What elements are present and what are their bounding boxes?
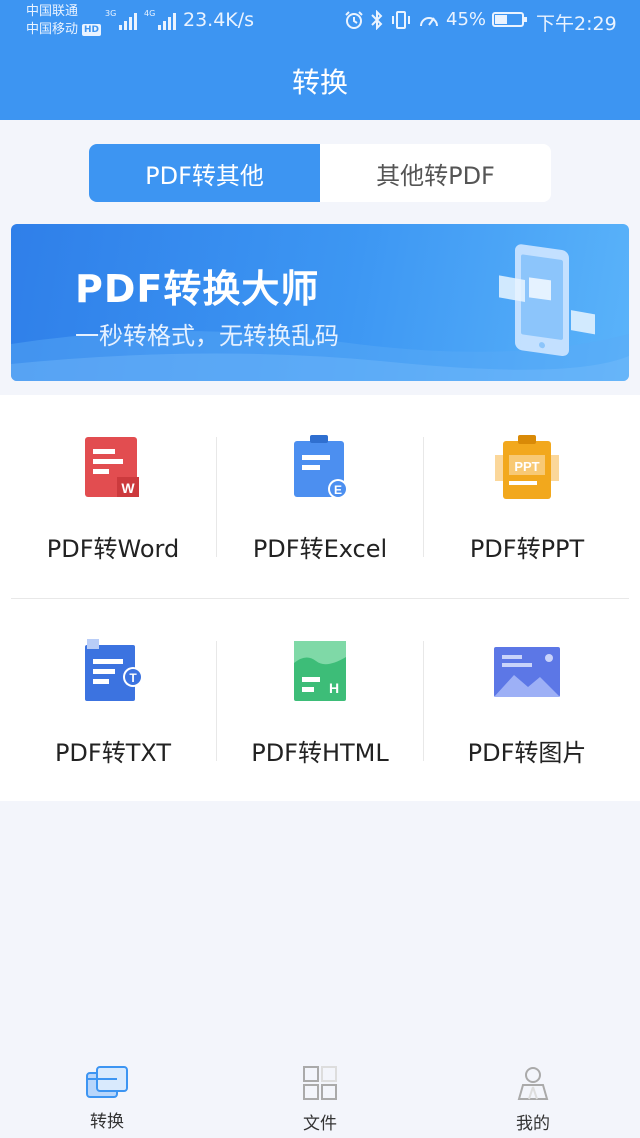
tool-label: PDF转Excel [252,535,388,563]
tab-pdf-to-other[interactable]: PDF转其他 [89,144,320,202]
bluetooth-icon [371,9,383,30]
banner-title: PDF转换大师 [75,267,320,311]
status-bar: 中国联通 中国移动 HD 3G 4G 23.4K/s 45% 下午2:29 [0,0,640,42]
network-type-label: 3G [105,9,117,18]
tool-label: PDF转TXT [54,739,172,767]
files-grid-icon [303,1066,337,1100]
network-speed: 23.4K/s [183,9,255,31]
profile-icon [517,1067,549,1100]
convert-icon [86,1066,128,1098]
header-bar: 转换 [0,42,640,120]
tool-pdf-to-word[interactable]: W PDF转Word [10,435,216,564]
tool-label: PDF转HTML [251,739,389,767]
battery-percent: 45% [446,9,487,30]
nav-convert[interactable]: 转换 [47,1065,167,1132]
hd-badge: HD [82,24,102,36]
tool-pdf-to-image[interactable]: PDF转图片 [424,639,630,768]
nav-files[interactable]: 文件 [260,1065,380,1134]
page-title: 转换 [291,66,348,99]
image-icon [494,647,560,697]
tools-grid: W PDF转Word E PDF转Excel PPT PDF转PPT T PDF… [0,395,640,801]
ppt-doc-icon: PPT [495,435,559,499]
html-doc-icon: H [294,641,346,701]
nav-label: 我的 [516,1114,550,1134]
bottom-tab-bar: 转换 文件 我的 [0,1049,640,1138]
svg-text:W: W [121,480,135,496]
word-doc-icon: W [85,437,139,497]
alarm-icon [345,10,363,29]
mode-switch: PDF转其他 其他转PDF [89,144,551,202]
tool-label: PDF转图片 [467,739,587,767]
tab-other-to-pdf[interactable]: 其他转PDF [320,144,551,202]
vibrate-icon [392,10,410,29]
speed-gauge-icon [420,16,438,26]
nav-label: 文件 [303,1114,337,1134]
svg-text:T: T [129,671,137,685]
promo-banner[interactable]: PDF转换大师 一秒转格式，无转换乱码 [11,224,629,381]
txt-doc-icon: T [85,639,143,701]
tool-pdf-to-html[interactable]: H PDF转HTML [217,639,423,768]
nav-label: 转换 [90,1112,124,1132]
tool-label: PDF转PPT [469,535,585,563]
svg-text:H: H [329,680,339,696]
status-icons: 45% [344,9,528,30]
tool-pdf-to-ppt[interactable]: PPT PDF转PPT [424,435,630,564]
carrier-1: 中国联通 [26,4,79,19]
carrier-info: 中国联通 中国移动 HD [26,3,102,39]
tool-label: PDF转Word [46,535,180,563]
banner-subtitle: 一秒转格式，无转换乱码 [75,322,339,350]
clock: 下午2:29 [536,13,617,35]
battery-icon [492,12,528,27]
svg-text:PPT: PPT [514,459,539,474]
signal-strength-icon: 4G [144,9,177,30]
tool-pdf-to-txt[interactable]: T PDF转TXT [10,639,216,768]
network-type-label: 4G [144,9,156,18]
signal-strength-icon: 3G [105,9,138,30]
svg-text:E: E [334,483,342,497]
carrier-2: 中国移动 [26,22,79,37]
excel-doc-icon: E [294,435,348,499]
phone-illustration-icon [499,244,595,357]
tool-pdf-to-excel[interactable]: E PDF转Excel [217,435,423,564]
nav-profile[interactable]: 我的 [473,1065,593,1134]
row-divider [11,598,629,599]
